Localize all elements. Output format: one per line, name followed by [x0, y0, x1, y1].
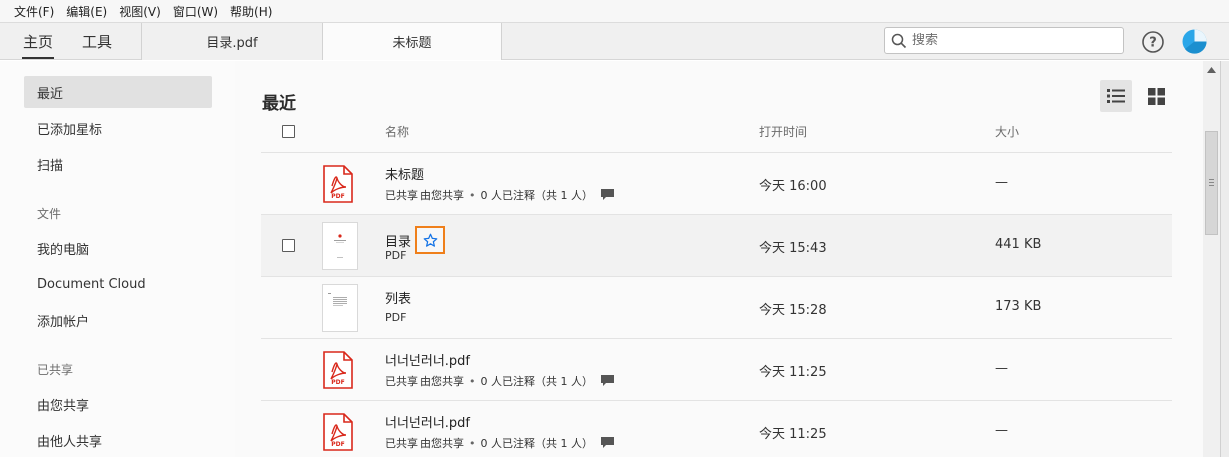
- opened-time: 今天 11:25: [759, 365, 827, 380]
- file-size: 173 KB: [995, 299, 1042, 314]
- select-all-checkbox[interactable]: [282, 125, 295, 138]
- comment-icon: [601, 375, 614, 386]
- sidebar-header-files: 文件: [37, 207, 62, 221]
- tab-bar: 主页 工具 目录.pdf 未标题 ?: [0, 23, 1229, 60]
- separator-dot: •: [469, 436, 476, 450]
- file-type: PDF: [385, 311, 407, 324]
- opened-time: 今天 15:28: [759, 303, 827, 318]
- table-row[interactable]: PDF 너너넌러너.pdf 已共享 由您共享 • 0 人已注释（共 1 人） 今…: [261, 338, 1172, 400]
- file-type: PDF: [385, 249, 407, 262]
- column-header-name[interactable]: 名称: [385, 123, 409, 140]
- pdf-file-icon: PDF: [323, 351, 353, 389]
- search-icon: [891, 33, 907, 48]
- svg-text:?: ?: [1149, 36, 1157, 51]
- sidebar-item-shared-by-others[interactable]: 由他人共享: [24, 424, 212, 456]
- pdf-file-icon: PDF: [323, 413, 353, 451]
- tab-document-untitled[interactable]: 未标题: [322, 23, 502, 60]
- main-panel: 最近 名称 打开时间 大小 PDF 未标题 已共享 由您共享 • 0 人已注释（…: [235, 61, 1203, 457]
- svg-text:PDF: PDF: [331, 441, 344, 448]
- scroll-thumb[interactable]: [1205, 131, 1218, 235]
- file-size: —: [995, 423, 1008, 438]
- comment-status: 0 人已注释（共 1 人）: [480, 189, 594, 202]
- file-table: PDF 未标题 已共享 由您共享 • 0 人已注释（共 1 人） 今天 16:0…: [261, 152, 1172, 457]
- opened-time: 今天 16:00: [759, 179, 827, 194]
- sidebar: 最近 已添加星标 扫描 文件 我的电脑 Document Cloud 添加帐户 …: [0, 61, 235, 457]
- shared-label: 已共享: [385, 375, 418, 388]
- table-row[interactable]: 列表 PDF 今天 15:28 173 KB: [261, 276, 1172, 338]
- thumbnail-preview-icon: [328, 293, 347, 306]
- search-input[interactable]: [912, 33, 1112, 48]
- sidebar-item-my-computer[interactable]: 我的电脑: [24, 232, 212, 264]
- tab-home[interactable]: 主页: [21, 23, 55, 60]
- vertical-scrollbar[interactable]: [1203, 61, 1220, 457]
- comment-status: 0 人已注释（共 1 人）: [480, 437, 594, 450]
- shared-label: 已共享: [385, 437, 418, 450]
- table-row[interactable]: PDF 未标题 已共享 由您共享 • 0 人已注释（共 1 人） 今天 16:0…: [261, 152, 1172, 214]
- menu-window[interactable]: 窗口(W): [167, 3, 224, 20]
- file-name[interactable]: 너너넌러너.pdf: [385, 350, 470, 369]
- column-header-size[interactable]: 大小: [995, 123, 1019, 140]
- grip-icon: [1209, 179, 1214, 186]
- scroll-up-button[interactable]: [1203, 61, 1220, 78]
- shared-by-label: 由您共享: [420, 189, 464, 202]
- file-name[interactable]: 너너넌러너.pdf: [385, 412, 470, 431]
- document-thumbnail: [322, 222, 358, 270]
- svg-text:PDF: PDF: [331, 193, 344, 200]
- sidebar-header-shared: 已共享: [37, 363, 74, 377]
- shared-by-label: 由您共享: [420, 437, 464, 450]
- row-checkbox[interactable]: [282, 239, 295, 252]
- menu-file[interactable]: 文件(F): [8, 3, 60, 20]
- sidebar-item-recent[interactable]: 最近: [24, 76, 212, 108]
- sidebar-item-add-account[interactable]: 添加帐户: [24, 304, 212, 336]
- help-icon[interactable]: ?: [1141, 30, 1165, 54]
- menu-bar: 文件(F) 编辑(E) 视图(V) 窗口(W) 帮助(H): [0, 0, 1229, 23]
- svg-text:PDF: PDF: [331, 379, 344, 386]
- grid-view-button[interactable]: [1140, 80, 1172, 112]
- file-size: —: [995, 361, 1008, 376]
- file-name[interactable]: 列表: [385, 288, 411, 307]
- column-header-opened[interactable]: 打开时间: [759, 123, 807, 140]
- tab-document-catalog[interactable]: 目录.pdf: [142, 23, 322, 60]
- chevron-up-icon: [1207, 66, 1216, 73]
- table-row[interactable]: 目录 PDF 今天 15:43 441 KB: [261, 214, 1172, 276]
- table-row[interactable]: PDF 너너넌러너.pdf 已共享 由您共享 • 0 人已注释（共 1 人） 今…: [261, 400, 1172, 457]
- page-title: 最近: [262, 94, 296, 114]
- window-edge: [1220, 61, 1229, 457]
- separator-dot: •: [469, 188, 476, 202]
- sidebar-item-starred[interactable]: 已添加星标: [24, 112, 212, 144]
- comment-icon: [601, 189, 614, 200]
- star-icon: [423, 233, 437, 247]
- file-size: 441 KB: [995, 237, 1042, 252]
- document-thumbnail: [322, 284, 358, 332]
- grid-view-icon: [1147, 87, 1165, 105]
- comment-status: 0 人已注释（共 1 人）: [480, 375, 594, 388]
- menu-help[interactable]: 帮助(H): [224, 3, 278, 20]
- sidebar-item-scan[interactable]: 扫描: [24, 148, 212, 180]
- file-meta: 已共享 由您共享 • 0 人已注释（共 1 人）: [385, 373, 614, 389]
- file-meta: 已共享 由您共享 • 0 人已注释（共 1 人）: [385, 435, 614, 451]
- separator-dot: •: [469, 374, 476, 388]
- file-size: —: [995, 175, 1008, 190]
- thumbnail-preview-icon: [334, 234, 346, 258]
- menu-edit[interactable]: 编辑(E): [60, 3, 113, 20]
- file-meta: 已共享 由您共享 • 0 人已注释（共 1 人）: [385, 187, 614, 203]
- sidebar-item-document-cloud[interactable]: Document Cloud: [24, 268, 212, 300]
- list-view-button[interactable]: [1100, 80, 1132, 112]
- comment-icon: [601, 437, 614, 448]
- opened-time: 今天 11:25: [759, 427, 827, 442]
- file-name[interactable]: 目录: [385, 231, 411, 250]
- menu-view[interactable]: 视图(V): [113, 3, 167, 20]
- star-button[interactable]: [415, 226, 446, 254]
- list-view-icon: [1107, 89, 1125, 103]
- avatar[interactable]: [1182, 29, 1207, 54]
- file-name[interactable]: 未标题: [385, 164, 424, 183]
- pdf-file-icon: PDF: [323, 165, 353, 203]
- shared-label: 已共享: [385, 189, 418, 202]
- tab-tools[interactable]: 工具: [82, 23, 112, 60]
- opened-time: 今天 15:43: [759, 241, 827, 256]
- sidebar-item-shared-by-you[interactable]: 由您共享: [24, 388, 212, 420]
- search-box[interactable]: [884, 27, 1124, 54]
- shared-by-label: 由您共享: [420, 375, 464, 388]
